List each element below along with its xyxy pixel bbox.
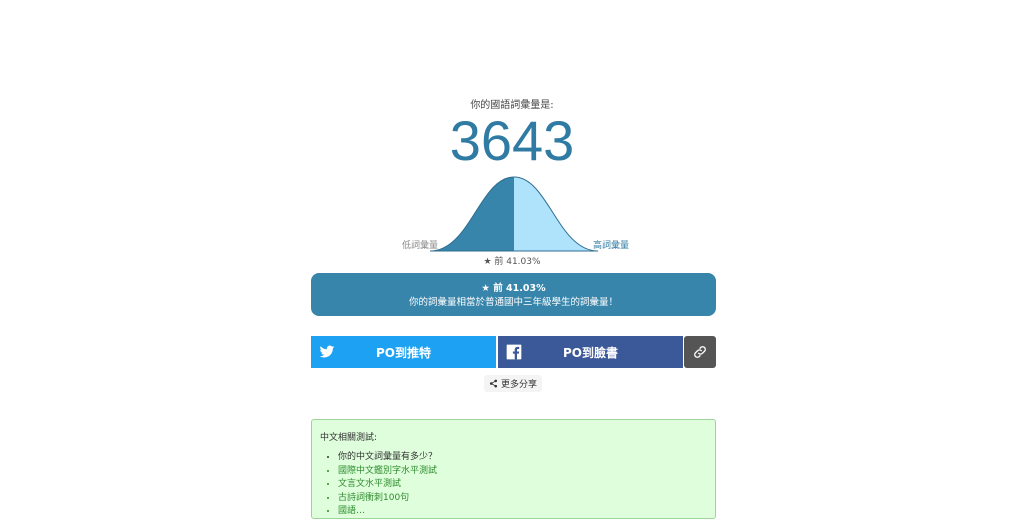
test-item-partial[interactable]: 國語… <box>338 505 707 519</box>
share-facebook-button[interactable]: PO到臉書 <box>498 336 683 368</box>
summary-text: 你的詞彙量相當於普通國中三年級學生的詞彙量！ <box>408 297 618 308</box>
test-item-character-recognition[interactable]: 國際中文鑑別字水平測試 <box>338 465 707 479</box>
related-tests-title: 中文相關測試: <box>320 433 378 443</box>
test-item-classical-chinese[interactable]: 文言文水平測試 <box>338 478 707 492</box>
curve-left-area <box>430 177 514 251</box>
twitter-icon <box>319 345 335 358</box>
vocabulary-score: 3643 <box>449 109 575 172</box>
rank-marker: ★ 前 41.03% <box>483 257 541 267</box>
curve-right-area <box>514 177 598 251</box>
twitter-button-label: PO到推特 <box>376 345 431 360</box>
test-item-classical-poetry[interactable]: 古詩詞衝刺100句 <box>338 492 707 506</box>
facebook-button-label: PO到臉書 <box>563 345 618 360</box>
share-buttons: PO到推特 PO到臉書 <box>311 336 716 368</box>
low-vocabulary-label: 低詞彙量 <box>402 241 439 251</box>
high-vocabulary-label: 高詞彙量 <box>593 241 630 251</box>
test-item-vocabulary: 你的中文詞彙量有多少？ <box>338 451 707 465</box>
facebook-icon <box>506 344 522 360</box>
share-icon <box>489 379 498 388</box>
related-tests-list: 你的中文詞彙量有多少？ 國際中文鑑別字水平測試 文言文水平測試 古詩詞衝刺100… <box>320 451 707 519</box>
copy-link-button[interactable] <box>684 336 716 368</box>
related-tests-panel: 中文相關測試: 你的中文詞彙量有多少？ 國際中文鑑別字水平測試 文言文水平測試 … <box>311 419 716 519</box>
link-icon <box>694 346 706 358</box>
result-summary-box: ★ 前 41.03% 你的詞彙量相當於普通國中三年級學生的詞彙量！ <box>311 273 716 316</box>
more-share-button[interactable]: 更多分享 <box>484 375 542 392</box>
share-twitter-button[interactable]: PO到推特 <box>311 336 496 368</box>
more-share-label: 更多分享 <box>500 380 537 390</box>
summary-rank: ★ 前 41.03% <box>481 283 546 294</box>
